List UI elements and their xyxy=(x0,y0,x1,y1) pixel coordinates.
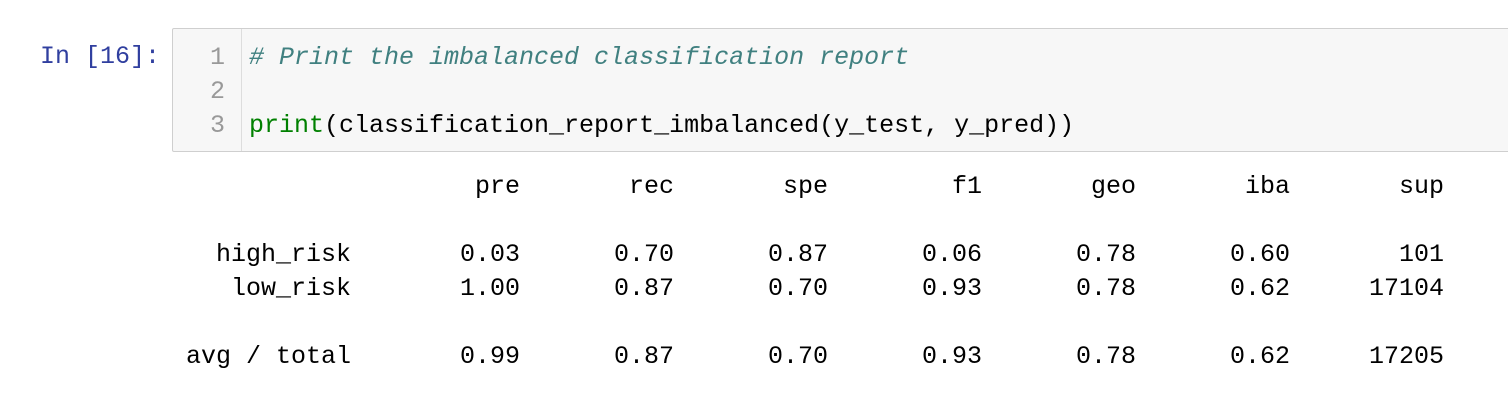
metric-value: 0.62 xyxy=(1229,342,1290,371)
column-header: f1 xyxy=(951,172,982,201)
metric-value: 0.87 xyxy=(613,342,674,371)
code-builtin: print xyxy=(249,111,325,140)
cell-prompt: In [16]: xyxy=(39,42,160,71)
code-line-3[interactable]: print(classification_report_imbalanced(y… xyxy=(249,109,1074,143)
code-line-1[interactable]: # Print the imbalanced classification re… xyxy=(249,41,909,75)
metric-value: 17205 xyxy=(1368,342,1444,371)
report-row: high_risk 0.03 0.70 0.87 0.06 0.78 0.60 101 xyxy=(172,238,1472,272)
metric-value: 0.93 xyxy=(921,342,982,371)
metric-value: 0.62 xyxy=(1229,274,1290,303)
line-number: 1 xyxy=(209,43,225,72)
report-row: low_risk 1.00 0.87 0.70 0.93 0.78 0.62 17104 xyxy=(172,272,1472,306)
metric-value: 0.03 xyxy=(459,240,520,269)
metric-value: 0.78 xyxy=(1075,240,1136,269)
metric-value: 0.70 xyxy=(767,342,828,371)
metric-value: 1.00 xyxy=(459,274,520,303)
column-header: spe xyxy=(782,172,828,201)
line-number: 2 xyxy=(209,77,225,106)
metric-value: 0.60 xyxy=(1229,240,1290,269)
metric-value: 0.70 xyxy=(767,274,828,303)
row-label: avg / total xyxy=(185,342,351,371)
column-header: rec xyxy=(628,172,674,201)
column-header: sup xyxy=(1398,172,1444,201)
metric-value: 0.93 xyxy=(921,274,982,303)
column-header: geo xyxy=(1090,172,1136,201)
line-number-gutter: 1 2 3 xyxy=(173,29,242,151)
row-label: low_risk xyxy=(230,274,351,303)
line-number: 3 xyxy=(209,111,225,140)
metric-value: 0.78 xyxy=(1075,342,1136,371)
metric-value: 0.78 xyxy=(1075,274,1136,303)
code-comment: # Print the imbalanced classification re… xyxy=(249,43,910,72)
metric-value: 101 xyxy=(1398,240,1444,269)
metric-value: 0.87 xyxy=(767,240,828,269)
column-header: pre xyxy=(474,172,520,201)
report-header-row: pre rec spe f1 geo iba sup xyxy=(172,170,1472,204)
metric-value: 0.70 xyxy=(613,240,674,269)
row-label: high_risk xyxy=(215,240,351,269)
metric-value: 17104 xyxy=(1368,274,1444,303)
column-header: iba xyxy=(1244,172,1290,201)
code-text: (classification_report_imbalanced(y_test… xyxy=(324,111,1075,140)
code-cell[interactable]: 1 2 3 # Print the imbalanced classificat… xyxy=(172,28,1508,152)
metric-value: 0.99 xyxy=(459,342,520,371)
metric-value: 0.87 xyxy=(613,274,674,303)
report-row: avg / total 0.99 0.87 0.70 0.93 0.78 0.62 17205 xyxy=(172,340,1472,374)
metric-value: 0.06 xyxy=(921,240,982,269)
